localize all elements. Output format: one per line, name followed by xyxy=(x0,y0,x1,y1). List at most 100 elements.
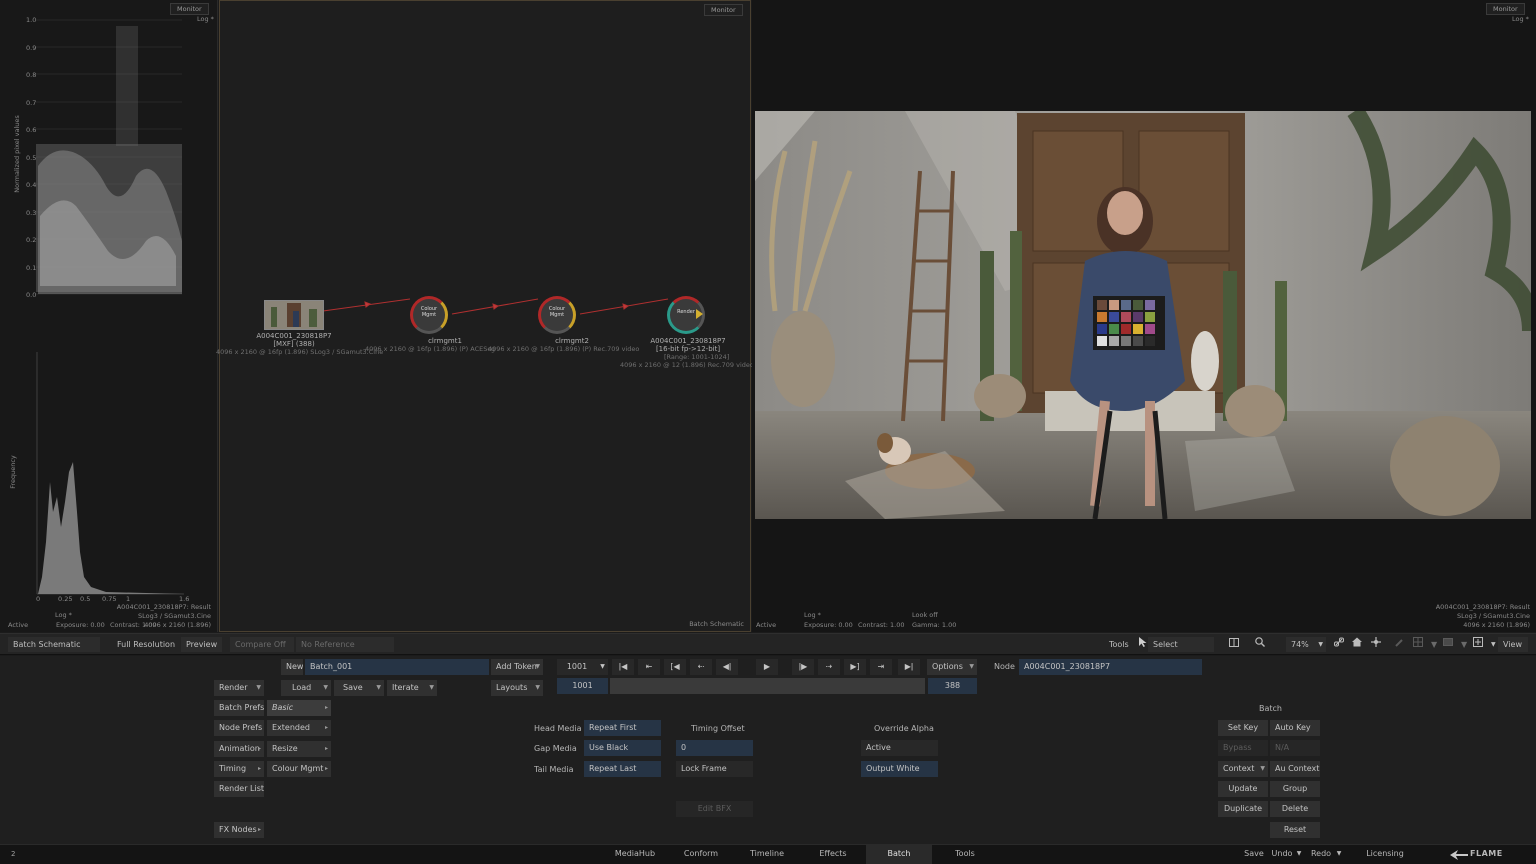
frame-end-field[interactable]: 388 xyxy=(928,678,977,694)
reset-button[interactable]: Reset xyxy=(1270,822,1320,838)
viewer-monitor-button[interactable]: Monitor xyxy=(1486,3,1525,15)
render-node-range: [Range: 1001-1024] xyxy=(664,353,730,361)
go-to-start-icon[interactable]: ǀ◀ xyxy=(612,659,634,675)
bypass-button[interactable]: Bypass xyxy=(1218,740,1268,756)
next-keyframe-icon[interactable]: ⇥ xyxy=(870,659,892,675)
eyedropper-icon[interactable] xyxy=(1390,637,1406,652)
undo-chevron-icon[interactable]: ▼ xyxy=(1294,845,1304,864)
group-button[interactable]: Group xyxy=(1270,781,1320,797)
render-label: Render xyxy=(219,683,248,692)
colour-mgmt-tab[interactable]: Colour Mgmt ▸ xyxy=(267,761,331,777)
timeline-scrubber[interactable] xyxy=(610,678,925,694)
waveform-tick-label: 0.2 xyxy=(26,236,37,244)
options-button[interactable]: Options ▼ xyxy=(927,659,977,675)
go-to-out-icon[interactable]: ▶] xyxy=(844,659,866,675)
batch-schematic-view-button[interactable]: Batch Schematic xyxy=(8,637,100,652)
preview-button[interactable]: Preview xyxy=(181,637,223,652)
output-white-field[interactable]: Output White xyxy=(861,761,938,777)
viewer-panel[interactable]: Monitor Log * Log * Look off Active Expo… xyxy=(752,0,1536,632)
render-list-button[interactable]: Render List xyxy=(214,781,264,797)
go-to-end-icon[interactable]: ▶ǀ xyxy=(898,659,920,675)
safe-frame-chevron-icon[interactable]: ▼ xyxy=(1486,637,1496,652)
redo-chevron-icon[interactable]: ▼ xyxy=(1334,845,1344,864)
tab-conform[interactable]: Conform xyxy=(680,845,722,864)
tab-mediahub[interactable]: MediaHub xyxy=(612,845,658,864)
render-node[interactable]: Render xyxy=(667,296,705,334)
link-icon[interactable] xyxy=(1329,637,1345,652)
new-batch-button[interactable]: New xyxy=(281,659,303,675)
tab-effects[interactable]: Effects xyxy=(812,845,854,864)
batch-schematic-panel[interactable]: Monitor A004C001_230818P7 [MXF] (388) 40… xyxy=(216,0,754,632)
batch-prefs-button[interactable]: Batch Prefs xyxy=(214,700,264,716)
timing-chevron-icon: ▸ xyxy=(257,765,261,772)
save-batch-button[interactable]: Save ▼ xyxy=(334,680,384,696)
timing-button[interactable]: Timing ▸ xyxy=(214,761,264,777)
node-prefs-button[interactable]: Node Prefs xyxy=(214,720,264,736)
layouts-button[interactable]: Layouts ▼ xyxy=(491,680,543,696)
load-button[interactable]: Load ▼ xyxy=(281,680,331,696)
update-button[interactable]: Update xyxy=(1218,781,1268,797)
prev-cut-icon[interactable]: ⇠ xyxy=(690,659,712,675)
no-reference-button[interactable]: No Reference xyxy=(296,637,394,652)
step-forward-icon[interactable]: ǀ▶ xyxy=(792,659,814,675)
home-icon[interactable] xyxy=(1347,637,1363,652)
undo-button[interactable]: Undo xyxy=(1270,845,1294,864)
step-back-icon[interactable]: ◀ǀ xyxy=(716,659,738,675)
override-alpha-active-toggle[interactable]: Active xyxy=(861,740,938,756)
batch-name-field[interactable]: Batch_001 xyxy=(305,659,489,675)
clrmgmt2-node[interactable]: Colour Mgmt xyxy=(538,296,576,334)
mask-overlay-icon[interactable] xyxy=(1438,637,1456,652)
zoom-level-dropdown[interactable]: 74% ▼ xyxy=(1286,637,1326,652)
context-button[interactable]: Context ▼ xyxy=(1218,761,1268,777)
zoom-search-icon[interactable] xyxy=(1250,637,1268,652)
frame-start-chevron-icon[interactable]: ▼ xyxy=(597,659,608,675)
pan-move-icon[interactable] xyxy=(1366,637,1382,652)
bypass-value: N/A xyxy=(1270,740,1320,756)
full-resolution-button[interactable]: Full Resolution xyxy=(112,637,180,652)
gap-media-dropdown[interactable]: Use Black xyxy=(584,740,661,756)
tab-timeline[interactable]: Timeline xyxy=(745,845,789,864)
tab-tools[interactable]: Tools xyxy=(946,845,984,864)
select-tool-dropdown[interactable]: Select xyxy=(1148,637,1214,652)
node-name-field[interactable]: A004C001_230818P7 xyxy=(1019,659,1202,675)
edit-bfx-button[interactable]: Edit BFX xyxy=(676,801,753,817)
auto-key-button[interactable]: Auto Key xyxy=(1270,720,1320,736)
compare-off-button[interactable]: Compare Off xyxy=(230,637,294,652)
duplicate-button[interactable]: Duplicate xyxy=(1218,801,1268,817)
fx-nodes-button[interactable]: FX Nodes ▸ xyxy=(214,822,264,838)
tail-media-dropdown[interactable]: Repeat Last xyxy=(584,761,661,777)
au-context-button[interactable]: Au Context xyxy=(1270,761,1320,777)
go-to-in-icon[interactable]: [◀ xyxy=(664,659,686,675)
tab-batch[interactable]: Batch xyxy=(866,845,932,864)
save-button[interactable]: Save xyxy=(1240,845,1268,864)
resize-tab[interactable]: Resize ▸ xyxy=(267,741,331,757)
clrmgmt1-node[interactable]: Colour Mgmt xyxy=(410,296,448,334)
head-media-dropdown[interactable]: Repeat First xyxy=(584,720,661,736)
timing-offset-field[interactable]: 0 xyxy=(676,740,753,756)
play-icon[interactable]: ▶ xyxy=(756,659,778,675)
licensing-button[interactable]: Licensing xyxy=(1362,845,1408,864)
frame-current-field[interactable]: 1001 xyxy=(557,678,608,694)
frame-start-field[interactable]: 1001 xyxy=(557,659,597,675)
status-bar: 2 MediaHub Conform Timeline Effects Batc… xyxy=(0,844,1536,864)
prev-keyframe-icon[interactable]: ⇤ xyxy=(638,659,660,675)
safe-frame-icon[interactable] xyxy=(1468,637,1486,652)
animation-button[interactable]: Animation ▸ xyxy=(214,741,264,757)
iterate-button[interactable]: Iterate ▼ xyxy=(387,680,437,696)
basic-tab[interactable]: Basic ▸ xyxy=(267,700,331,716)
view-menu-button[interactable]: View xyxy=(1498,637,1528,652)
add-token-button[interactable]: Add Token ▼ xyxy=(491,659,543,675)
grid-chevron-icon[interactable]: ▼ xyxy=(1426,637,1437,652)
mask-chevron-icon[interactable]: ▼ xyxy=(1456,637,1467,652)
render-button[interactable]: Render ▼ xyxy=(214,680,264,696)
delete-button[interactable]: Delete xyxy=(1270,801,1320,817)
clip-node[interactable] xyxy=(264,300,324,330)
redo-button[interactable]: Redo xyxy=(1309,845,1333,864)
lock-frame-button[interactable]: Lock Frame xyxy=(676,761,753,777)
grid-overlay-icon[interactable] xyxy=(1408,637,1426,652)
extended-tab[interactable]: Extended ▸ xyxy=(267,720,331,736)
set-key-button[interactable]: Set Key xyxy=(1218,720,1268,736)
scopes-monitor-button[interactable]: Monitor xyxy=(170,3,209,15)
next-cut-icon[interactable]: ⇢ xyxy=(818,659,840,675)
split-view-icon[interactable] xyxy=(1224,637,1242,652)
